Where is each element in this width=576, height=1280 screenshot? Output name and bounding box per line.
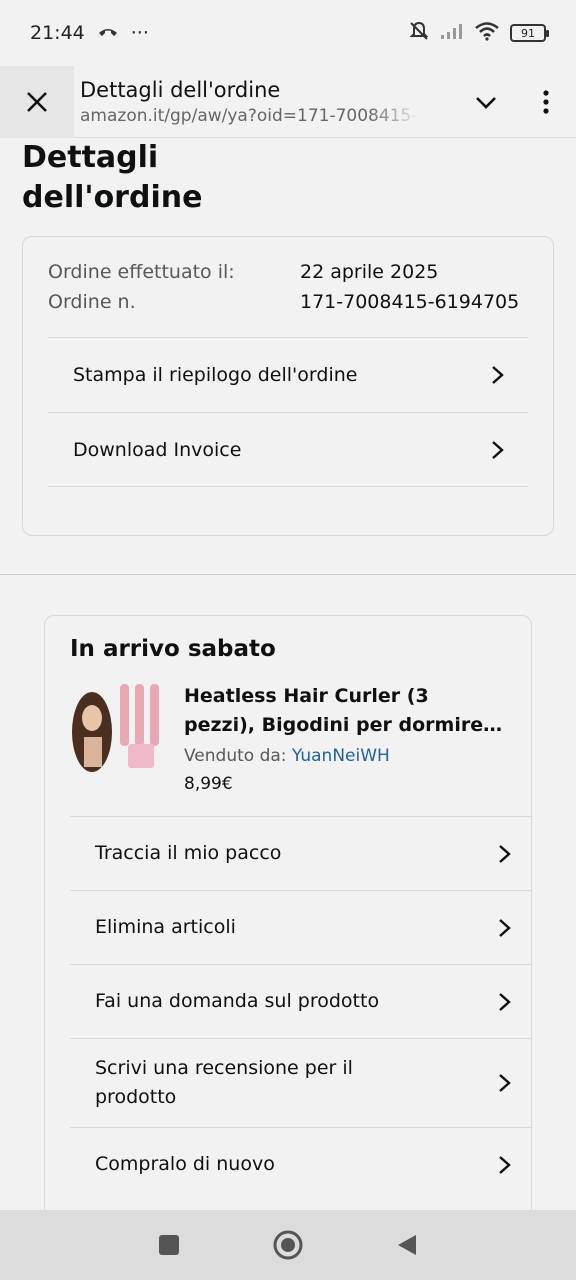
- seller-link[interactable]: YuanNeiWH: [292, 746, 390, 766]
- missed-call-icon: [97, 22, 119, 44]
- track-package-label: Traccia il mio pacco: [95, 842, 282, 864]
- wifi-icon: [474, 21, 500, 46]
- system-nav-bar: [0, 1210, 576, 1280]
- seller-line: Venduto da: YuanNeiWH: [184, 746, 506, 766]
- chevron-right-icon: [499, 918, 511, 937]
- recent-apps-button[interactable]: [149, 1225, 189, 1265]
- home-circle-icon: [273, 1230, 303, 1260]
- download-invoice-link[interactable]: Download Invoice: [48, 412, 528, 487]
- order-date-label: Ordine effettuato il:: [48, 261, 235, 283]
- home-button[interactable]: [268, 1225, 308, 1265]
- order-date-value: 22 aprile 2025: [300, 261, 439, 283]
- close-button[interactable]: [0, 65, 74, 138]
- browser-url: amazon.it/gp/aw/ya?oid=171-7008415-61947…: [80, 105, 420, 126]
- chevron-right-icon: [499, 992, 511, 1011]
- buy-again-link[interactable]: Compralo di nuovo: [70, 1127, 531, 1201]
- product-name[interactable]: Heatless Hair Curler (3 pezzi), Bigodini…: [184, 682, 506, 740]
- chevron-down-icon: [476, 96, 496, 109]
- order-summary-card: Ordine effettuato il: 22 aprile 2025 Ord…: [22, 236, 554, 536]
- chevron-right-icon: [499, 1155, 511, 1174]
- bell-muted-icon: [408, 20, 430, 47]
- product-item[interactable]: Heatless Hair Curler (3 pezzi), Bigodini…: [70, 682, 506, 794]
- chevron-right-icon: [492, 366, 504, 384]
- back-button[interactable]: [387, 1225, 427, 1265]
- order-number-row: Ordine n. 171-7008415-6194705: [48, 287, 528, 317]
- print-summary-link[interactable]: Stampa il riepilogo dell'ordine: [48, 337, 528, 412]
- browser-title-block[interactable]: Dettagli dell'ordine amazon.it/gp/aw/ya?…: [74, 78, 456, 126]
- print-summary-label: Stampa il riepilogo dell'ordine: [73, 364, 358, 386]
- shipment-title: In arrivo sabato: [70, 636, 276, 662]
- more-options-button[interactable]: [516, 66, 576, 138]
- status-time: 21:44: [30, 22, 85, 44]
- battery-icon: 91: [510, 24, 549, 42]
- product-image[interactable]: [70, 682, 170, 774]
- page-content: Dettagli dell'ordine Ordine effettuato i…: [0, 138, 576, 1255]
- more-vertical-icon: [543, 89, 549, 114]
- chevron-right-icon: [499, 1074, 511, 1092]
- section-divider: [0, 574, 576, 575]
- chevron-right-icon: [499, 844, 511, 863]
- back-triangle-icon: [397, 1235, 416, 1255]
- ask-question-link[interactable]: Fai una domanda sul prodotto: [70, 964, 531, 1038]
- order-number-label: Ordine n.: [48, 291, 136, 313]
- browser-title: Dettagli dell'ordine: [80, 77, 281, 102]
- ask-question-label: Fai una domanda sul prodotto: [95, 990, 380, 1012]
- status-bar: 21:44 ··· 91: [0, 0, 576, 66]
- browser-toolbar: Dettagli dell'ordine amazon.it/gp/aw/ya?…: [0, 65, 576, 138]
- delete-items-label: Elimina articoli: [95, 916, 236, 938]
- seller-label: Venduto da:: [184, 746, 287, 766]
- signal-icon: [440, 22, 464, 45]
- chevron-right-icon: [492, 440, 504, 459]
- write-review-label: Scrivi una recensione per il prodotto: [95, 1057, 353, 1108]
- order-number-value: 171-7008415-6194705: [300, 291, 520, 313]
- expand-button[interactable]: [456, 66, 516, 138]
- page-title: Dettagli dell'ordine: [22, 140, 203, 215]
- product-price: 8,99€: [184, 774, 233, 794]
- buy-again-label: Compralo di nuovo: [95, 1153, 275, 1175]
- track-package-link[interactable]: Traccia il mio pacco: [70, 816, 531, 890]
- shipment-card: In arrivo sabato Heatless Hair Curler (3…: [44, 615, 532, 1255]
- close-icon: [27, 91, 47, 112]
- delete-items-link[interactable]: Elimina articoli: [70, 890, 531, 964]
- square-icon: [159, 1235, 180, 1255]
- write-review-link[interactable]: Scrivi una recensione per il prodotto: [70, 1038, 531, 1127]
- status-extra: ···: [130, 22, 149, 44]
- download-invoice-label: Download Invoice: [73, 438, 242, 461]
- order-date-row: Ordine effettuato il: 22 aprile 2025: [48, 257, 528, 287]
